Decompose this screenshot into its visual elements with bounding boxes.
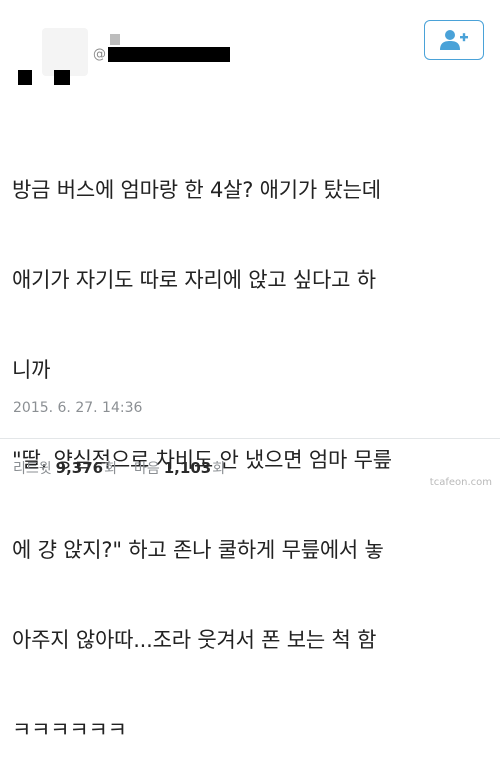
redaction-block-right (54, 70, 70, 85)
likes-count[interactable]: 1,103 (164, 459, 211, 477)
tweet-timestamp[interactable]: 2015. 6. 27. 14:36 (13, 400, 142, 416)
tweet-line: 에 걍 앉지?" 하고 존나 쿨하게 무릎에서 놓 (12, 538, 384, 562)
follow-button[interactable] (424, 20, 484, 60)
likes-label: 마음 (133, 461, 160, 477)
tweet-line: ㅋㅋㅋㅋㅋㅋ (12, 718, 127, 742)
handle-redacted (108, 46, 230, 62)
author-handle[interactable]: @ (93, 46, 230, 62)
stats-divider (0, 438, 500, 439)
tweet-stats: 리트윗 9,376 회 마음 1,103 회 (13, 458, 225, 478)
tweet-line: 애기가 자기도 따로 자리에 앉고 싶다고 하 (12, 268, 376, 292)
tweet-line: 니까 (12, 358, 51, 382)
retweets-count[interactable]: 9,376 (56, 459, 103, 477)
retweets-unit: 회 (104, 461, 117, 477)
retweets-label: 리트윗 (13, 461, 52, 477)
tweet-line: 방금 버스에 엄마랑 한 4살? 애기가 탔는데 (12, 178, 381, 202)
tweet-line: 아주지 않아따...조라 웃겨서 폰 보는 척 함 (12, 628, 377, 652)
handle-prefix: @ (93, 46, 106, 62)
add-user-icon (440, 30, 468, 50)
watermark: tcafeon.com (429, 477, 492, 488)
tweet-text: 방금 버스에 엄마랑 한 4살? 애기가 탔는데 애기가 자기도 따로 자리에 … (12, 115, 496, 775)
avatar-image (42, 28, 88, 76)
display-name-redacted (110, 34, 120, 45)
likes-unit: 회 (212, 461, 226, 477)
redaction-block-left (18, 70, 32, 85)
avatar[interactable] (0, 0, 95, 95)
